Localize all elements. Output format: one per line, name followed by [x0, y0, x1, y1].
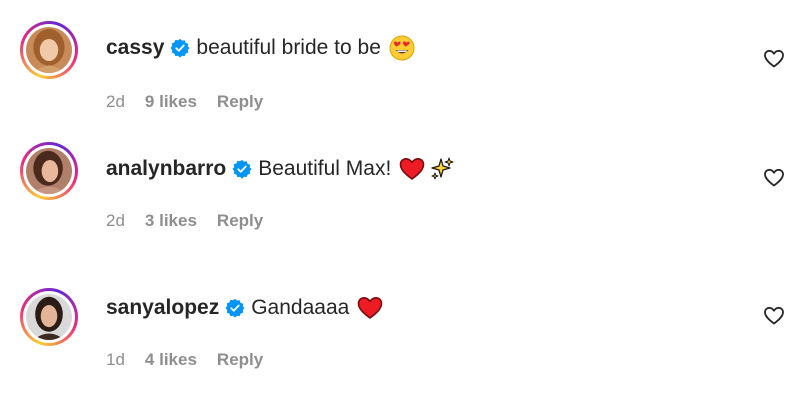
comment-time[interactable]: 1d: [106, 350, 125, 370]
sparkles-emoji: [429, 156, 455, 182]
avatar[interactable]: [20, 142, 78, 200]
comment-meta: 2d 3 likes Reply: [106, 211, 263, 231]
avatar[interactable]: [20, 288, 78, 346]
red-heart-emoji: [399, 156, 425, 182]
comment-body: analynbarro Beautiful Max!: [106, 155, 455, 183]
likes-count-button[interactable]: 4 likes: [145, 350, 197, 370]
avatar-image: [26, 148, 72, 194]
reply-button[interactable]: Reply: [217, 350, 263, 370]
comment-time[interactable]: 2d: [106, 211, 125, 231]
comment-text: Gandaaaa: [251, 296, 350, 319]
like-comment-button[interactable]: [762, 165, 786, 189]
avatar-image: [26, 294, 72, 340]
like-comment-button[interactable]: [762, 303, 786, 327]
comment-meta: 1d 4 likes Reply: [106, 350, 263, 370]
reply-button[interactable]: Reply: [217, 211, 263, 231]
heart-outline-icon: [764, 306, 784, 325]
red-heart-emoji: [357, 295, 383, 321]
comment-item: sanyalopez Gandaaaa 1d 4 likes Reply: [0, 0, 800, 369]
verified-badge-icon: [225, 298, 245, 318]
username-link[interactable]: sanyalopez: [106, 294, 219, 322]
comment-text: Beautiful Max!: [258, 157, 392, 180]
verified-badge-icon: [232, 159, 252, 179]
username-link[interactable]: analynbarro: [106, 155, 226, 183]
likes-count-button[interactable]: 3 likes: [145, 211, 197, 231]
heart-outline-icon: [764, 168, 784, 187]
comment-body: sanyalopez Gandaaaa: [106, 294, 383, 322]
